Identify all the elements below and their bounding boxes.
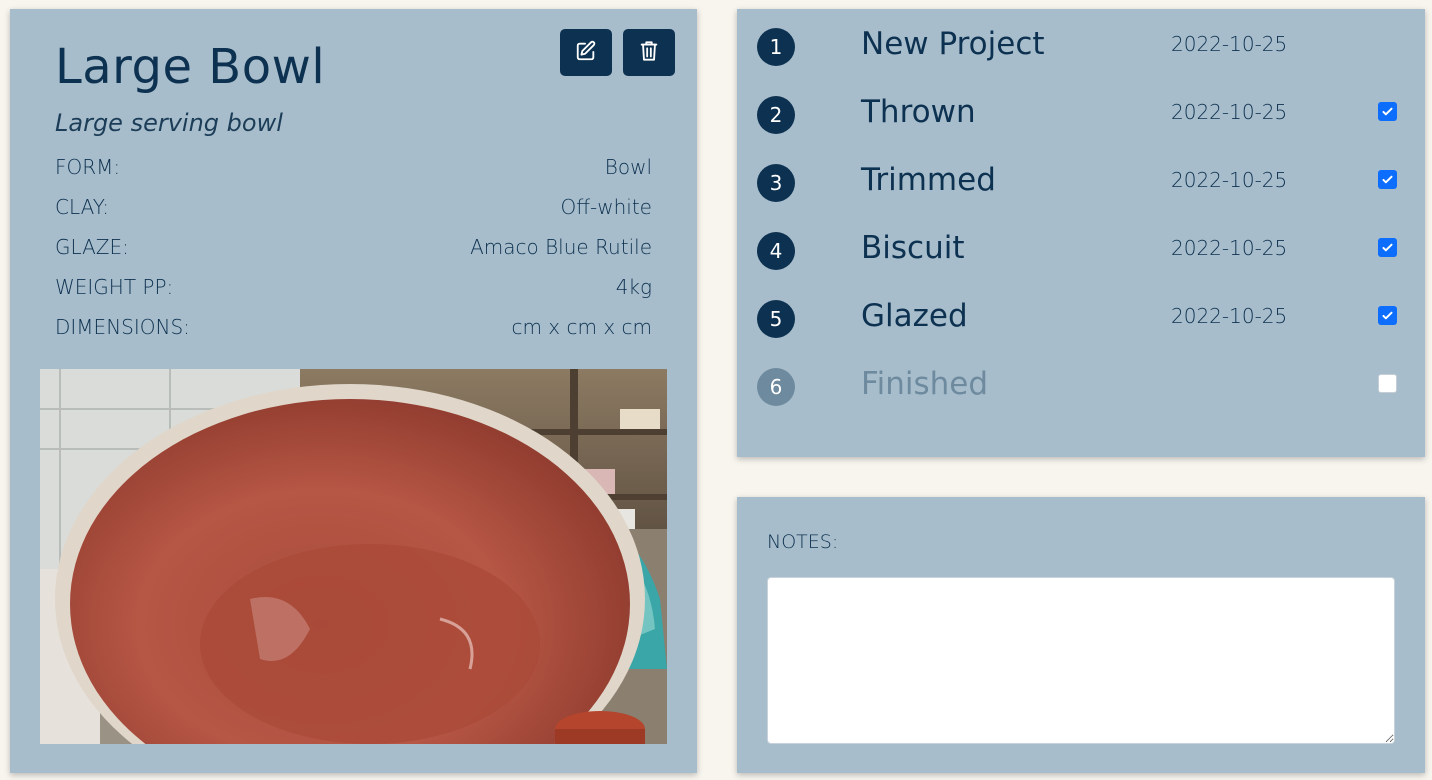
stage-checkbox[interactable] <box>1378 102 1397 121</box>
project-card: Large Bowl Large serving bowl FORM: Bowl… <box>10 9 697 773</box>
stage-date: 2022-10-25 <box>1171 304 1288 328</box>
stage-row: 2 Thrown 2022-10-25 <box>737 77 1425 137</box>
detail-value: Bowl <box>604 155 652 179</box>
stage-name: Thrown <box>861 94 976 130</box>
edit-button[interactable] <box>560 29 612 76</box>
project-subtitle: Large serving bowl <box>55 109 283 137</box>
notes-label: NOTES: <box>767 531 839 553</box>
stage-checkbox[interactable] <box>1378 306 1397 325</box>
trash-icon <box>639 40 659 65</box>
detail-value: cm x cm x cm <box>511 315 652 339</box>
detail-label: GLAZE: <box>55 235 129 259</box>
detail-row-form: FORM: Bowl <box>55 155 652 195</box>
stage-date: 2022-10-25 <box>1171 100 1288 124</box>
stage-checkbox[interactable] <box>1378 170 1397 189</box>
stage-row: 5 Glazed 2022-10-25 <box>737 281 1425 341</box>
stage-row: 6 Finished <box>737 349 1425 409</box>
stage-number: 2 <box>757 96 795 134</box>
stage-number: 6 <box>757 368 795 406</box>
stage-checkbox[interactable] <box>1378 374 1397 393</box>
detail-row-clay: CLAY: Off-white <box>55 195 652 235</box>
stage-number: 1 <box>757 28 795 66</box>
detail-label: DIMENSIONS: <box>55 315 190 339</box>
project-title: Large Bowl <box>55 39 326 95</box>
delete-button[interactable] <box>623 29 675 76</box>
stage-date: 2022-10-25 <box>1171 32 1288 56</box>
stage-row: 1 New Project 2022-10-25 <box>737 9 1425 69</box>
stage-checkbox[interactable] <box>1378 238 1397 257</box>
stages-card: 1 New Project 2022-10-25 2 Thrown 2022-1… <box>737 9 1425 457</box>
detail-row-glaze: GLAZE: Amaco Blue Rutile <box>55 235 652 275</box>
detail-value: Off-white <box>560 195 652 219</box>
notes-textarea[interactable] <box>767 577 1395 744</box>
stage-name: Biscuit <box>861 230 965 266</box>
detail-value: 4kg <box>615 275 652 299</box>
stage-name: Finished <box>861 366 988 402</box>
detail-row-weight: WEIGHT PP: 4kg <box>55 275 652 315</box>
stage-number: 4 <box>757 232 795 270</box>
stage-row: 4 Biscuit 2022-10-25 <box>737 213 1425 273</box>
detail-label: CLAY: <box>55 195 109 219</box>
project-details: FORM: Bowl CLAY: Off-white GLAZE: Amaco … <box>55 155 652 355</box>
stage-date: 2022-10-25 <box>1171 168 1288 192</box>
project-photo <box>40 369 667 744</box>
stage-date: 2022-10-25 <box>1171 236 1288 260</box>
stage-number: 5 <box>757 300 795 338</box>
detail-value: Amaco Blue Rutile <box>470 235 652 259</box>
stage-name: Trimmed <box>861 162 996 198</box>
detail-label: FORM: <box>55 155 121 179</box>
stage-name: New Project <box>861 26 1045 62</box>
detail-label: WEIGHT PP: <box>55 275 174 299</box>
detail-row-dimensions: DIMENSIONS: cm x cm x cm <box>55 315 652 355</box>
notes-card: NOTES: <box>737 497 1425 773</box>
stage-name: Glazed <box>861 298 968 334</box>
stage-row: 3 Trimmed 2022-10-25 <box>737 145 1425 205</box>
stage-number: 3 <box>757 164 795 202</box>
edit-icon <box>575 40 597 65</box>
